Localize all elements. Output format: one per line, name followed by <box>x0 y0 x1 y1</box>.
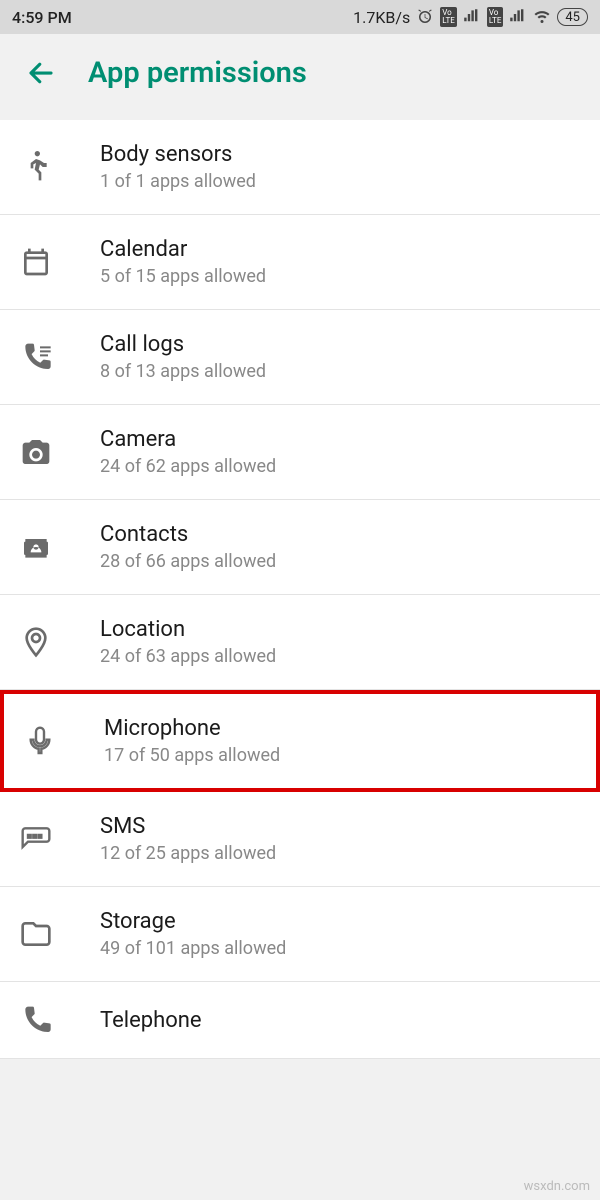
permission-subtitle: 1 of 1 apps allowed <box>100 171 256 192</box>
permission-title: Body sensors <box>100 142 256 167</box>
volte-badge-1: VoLTE <box>440 7 457 27</box>
permission-title: Contacts <box>100 522 276 547</box>
signal-icon-1 <box>463 8 481 26</box>
battery-indicator: 45 <box>557 8 588 26</box>
permission-item-location[interactable]: Location 24 of 63 apps allowed <box>0 595 600 690</box>
permission-text: Microphone 17 of 50 apps allowed <box>104 716 280 766</box>
permission-title: Call logs <box>100 332 266 357</box>
permission-item-telephone[interactable]: Telephone <box>0 982 600 1059</box>
permission-item-storage[interactable]: Storage 49 of 101 apps allowed <box>0 887 600 982</box>
permission-text: Calendar 5 of 15 apps allowed <box>100 237 266 287</box>
alarm-icon <box>416 8 434 26</box>
permission-title: SMS <box>100 814 276 839</box>
permission-text: SMS 12 of 25 apps allowed <box>100 814 276 864</box>
permission-title: Storage <box>100 909 286 934</box>
status-indicators: 1.7KB/s VoLTE VoLTE 45 <box>353 7 588 27</box>
permission-title: Camera <box>100 427 276 452</box>
permission-subtitle: 49 of 101 apps allowed <box>100 938 286 959</box>
page-title: App permissions <box>88 56 307 90</box>
permission-text: Telephone <box>100 1008 202 1033</box>
permission-subtitle: 17 of 50 apps allowed <box>104 745 280 766</box>
phone-list-icon <box>20 341 70 373</box>
status-bar: 4:59 PM 1.7KB/s VoLTE VoLTE 45 <box>0 0 600 34</box>
location-icon <box>20 626 70 658</box>
signal-icon-2 <box>509 8 527 26</box>
permission-item-call-logs[interactable]: Call logs 8 of 13 apps allowed <box>0 310 600 405</box>
running-icon <box>20 151 70 183</box>
contacts-icon <box>20 531 70 563</box>
volte-badge-2: VoLTE <box>487 7 504 27</box>
permission-text: Call logs 8 of 13 apps allowed <box>100 332 266 382</box>
calendar-icon <box>20 246 70 278</box>
permission-title: Microphone <box>104 716 280 741</box>
permission-title: Location <box>100 617 276 642</box>
permission-text: Body sensors 1 of 1 apps allowed <box>100 142 256 192</box>
watermark: wsxdn.com <box>524 1179 590 1194</box>
permission-subtitle: 28 of 66 apps allowed <box>100 551 276 572</box>
back-arrow-icon <box>26 58 56 88</box>
camera-icon <box>20 436 70 468</box>
permission-text: Contacts 28 of 66 apps allowed <box>100 522 276 572</box>
permission-title: Calendar <box>100 237 266 262</box>
permission-text: Camera 24 of 62 apps allowed <box>100 427 276 477</box>
permission-subtitle: 12 of 25 apps allowed <box>100 843 276 864</box>
back-button[interactable] <box>22 54 60 92</box>
permission-subtitle: 24 of 62 apps allowed <box>100 456 276 477</box>
permission-subtitle: 8 of 13 apps allowed <box>100 361 266 382</box>
permission-item-microphone[interactable]: Microphone 17 of 50 apps allowed <box>0 690 600 792</box>
permission-text: Location 24 of 63 apps allowed <box>100 617 276 667</box>
status-data-rate: 1.7KB/s <box>353 8 410 27</box>
app-bar: App permissions <box>0 34 600 120</box>
permission-item-camera[interactable]: Camera 24 of 62 apps allowed <box>0 405 600 500</box>
microphone-icon <box>24 725 74 757</box>
wifi-icon <box>533 8 551 26</box>
permission-item-contacts[interactable]: Contacts 28 of 66 apps allowed <box>0 500 600 595</box>
permission-item-calendar[interactable]: Calendar 5 of 15 apps allowed <box>0 215 600 310</box>
phone-icon <box>20 1004 70 1036</box>
sms-icon <box>20 823 70 855</box>
permission-subtitle: 5 of 15 apps allowed <box>100 266 266 287</box>
folder-icon <box>20 918 70 950</box>
permission-text: Storage 49 of 101 apps allowed <box>100 909 286 959</box>
permission-title: Telephone <box>100 1008 202 1033</box>
status-time: 4:59 PM <box>12 8 72 27</box>
permission-item-sms[interactable]: SMS 12 of 25 apps allowed <box>0 792 600 887</box>
permission-subtitle: 24 of 63 apps allowed <box>100 646 276 667</box>
permission-item-body-sensors[interactable]: Body sensors 1 of 1 apps allowed <box>0 120 600 215</box>
permissions-list: Body sensors 1 of 1 apps allowed Calendar 5… <box>0 120 600 1059</box>
